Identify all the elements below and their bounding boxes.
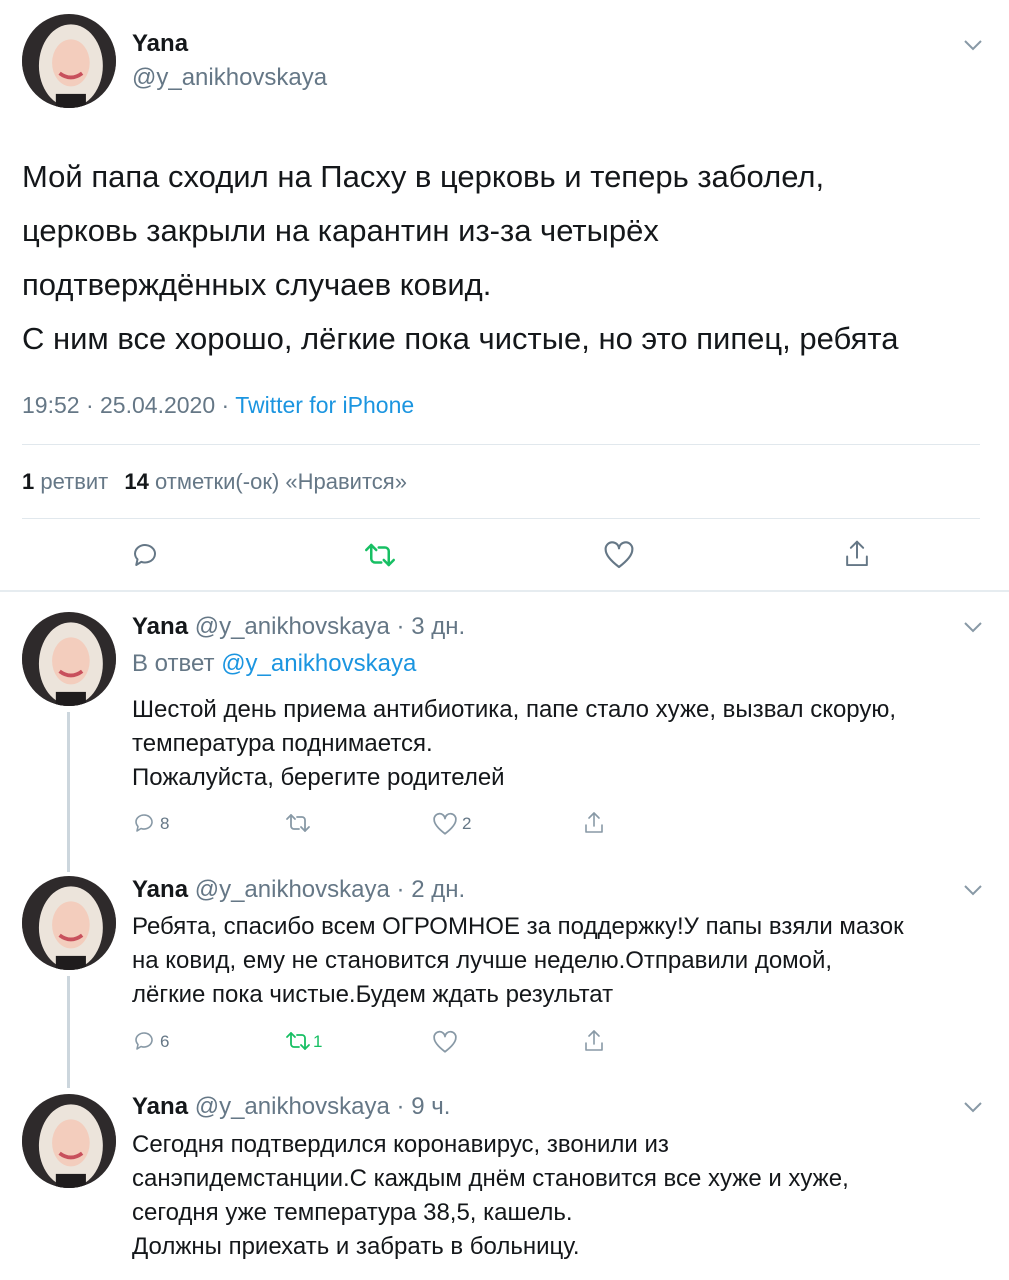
tweet-meta: 19:52 · 25.04.2020 · Twitter for iPhone — [22, 392, 414, 419]
reply-text: Сегодня подтвердился коронавирус, звонил… — [132, 1128, 992, 1264]
retweet-label: ретвит — [40, 469, 109, 494]
retweet-icon[interactable] — [284, 1029, 312, 1053]
chevron-down-icon[interactable] — [962, 1098, 984, 1116]
reply-header: Yana @y_anikhovskaya · 2 дн. — [132, 876, 465, 904]
author-handle[interactable]: @y_anikhovskaya — [195, 1093, 390, 1120]
reply-text-line: температура поднимается. — [132, 730, 433, 757]
tweet-text-line: церковь закрыли на карантин из-за четырё… — [22, 213, 659, 248]
tweet-age: · 3 дн. — [396, 613, 466, 640]
chevron-down-icon[interactable] — [962, 618, 984, 636]
retweet-count: 1 — [313, 1032, 323, 1051]
reply-text-line: лёгкие пока чистые.Будем ждать результат — [132, 981, 614, 1008]
reply-text-line: Пожалуйста, берегите родителей — [132, 764, 505, 791]
reply-text-line: сегодня уже температура 38,5, кашель. — [132, 1199, 573, 1226]
thread-line — [67, 712, 70, 872]
divider — [22, 444, 980, 445]
like-icon[interactable] — [603, 540, 635, 570]
reply-icon[interactable] — [132, 811, 156, 835]
like-icon[interactable] — [432, 812, 458, 836]
share-icon[interactable] — [582, 810, 606, 836]
reply-header: Yana @y_anikhovskaya · 3 дн. — [132, 613, 465, 641]
thread-line — [67, 976, 70, 1088]
reply-text: Шестой день приема антибиотика, папе ста… — [132, 693, 992, 795]
section-divider — [0, 590, 1009, 592]
retweet-icon[interactable] — [284, 811, 312, 835]
retweet-count: 1 — [22, 469, 35, 494]
divider — [22, 518, 980, 519]
tweet-stats: 1 ретвит 14 отметки(-ок) «Нравится» — [22, 469, 407, 495]
reply-text: Ребята, спасибо всем ОГРОМНОЕ за поддерж… — [132, 910, 992, 1012]
reply-text-line: Ребята, спасибо всем ОГРОМНОЕ за поддерж… — [132, 913, 904, 940]
tweet-text: Мой папа сходил на Пасху в церковь и теп… — [22, 150, 997, 366]
avatar[interactable] — [22, 14, 116, 108]
reply-icon[interactable] — [130, 540, 160, 570]
author-name[interactable]: Yana — [132, 876, 188, 903]
likes-stat[interactable]: 14 отметки(-ок) «Нравится» — [124, 469, 407, 494]
avatar[interactable] — [22, 1094, 116, 1188]
reply-to-prefix: В ответ — [132, 650, 215, 677]
tweet-time: 19:52 — [22, 392, 80, 418]
reply-to: В ответ @y_anikhovskaya — [132, 650, 416, 678]
like-count: 2 — [462, 814, 472, 833]
retweet-icon[interactable] — [362, 540, 398, 570]
share-icon[interactable] — [842, 538, 872, 570]
likes-label: отметки(-ок) «Нравится» — [154, 469, 407, 494]
chevron-down-icon[interactable] — [962, 881, 984, 899]
author-name[interactable]: Yana — [132, 30, 188, 58]
reply-count: 6 — [160, 1032, 170, 1051]
reply-to-handle[interactable]: @y_anikhovskaya — [221, 650, 416, 677]
author-handle[interactable]: @y_anikhovskaya — [132, 64, 327, 92]
chevron-down-icon[interactable] — [962, 36, 984, 54]
retweets-stat[interactable]: 1 ретвит — [22, 469, 114, 494]
like-icon[interactable] — [432, 1030, 458, 1054]
reply-count: 8 — [160, 814, 170, 833]
tweet-text-line: С ним все хорошо, лёгкие пока чистые, но… — [22, 321, 899, 356]
tweet-source-link[interactable]: Twitter for iPhone — [235, 392, 414, 418]
reply-icon[interactable] — [132, 1029, 156, 1053]
share-icon[interactable] — [582, 1028, 606, 1054]
author-name[interactable]: Yana — [132, 613, 188, 640]
reply-text-line: на ковид, ему не становится лучше неделю… — [132, 947, 833, 974]
reply-text-line: Шестой день приема антибиотика, папе ста… — [132, 696, 897, 723]
tweet-age: · 9 ч. — [396, 1093, 451, 1120]
avatar[interactable] — [22, 876, 116, 970]
reply-text-line: санэпидемстанции.С каждым днём становитс… — [132, 1165, 849, 1192]
reply-header: Yana @y_anikhovskaya · 9 ч. — [132, 1093, 450, 1121]
avatar[interactable] — [22, 612, 116, 706]
reply-text-line: Сегодня подтвердился коронавирус, звонил… — [132, 1131, 669, 1158]
meta-separator: · — [85, 392, 94, 418]
tweet-text-line: подтверждённых случаев ковид. — [22, 267, 492, 302]
author-handle[interactable]: @y_anikhovskaya — [195, 613, 390, 640]
author-name[interactable]: Yana — [132, 1093, 188, 1120]
tweet-age: · 2 дн. — [396, 876, 466, 903]
author-handle[interactable]: @y_anikhovskaya — [195, 876, 390, 903]
reply-text-line: Должны приехать и забрать в больницу. — [132, 1233, 580, 1260]
tweet-text-line: Мой папа сходил на Пасху в церковь и теп… — [22, 159, 825, 194]
tweet-date: 25.04.2020 — [100, 392, 216, 418]
likes-count: 14 — [124, 469, 149, 494]
meta-separator: · — [221, 392, 230, 418]
